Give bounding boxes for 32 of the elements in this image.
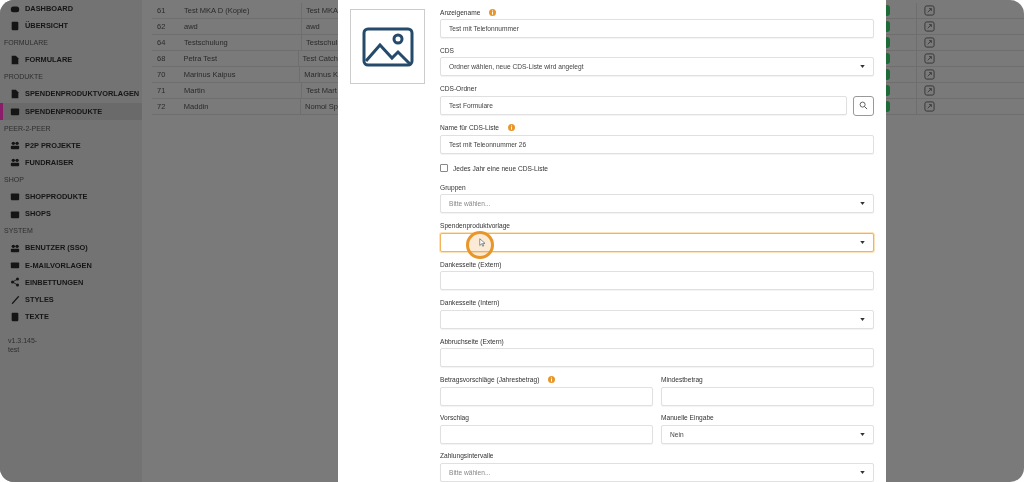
image-icon [361,26,414,67]
edit-icon[interactable] [924,5,935,16]
users-icon [10,157,20,168]
edit-icon[interactable] [924,85,935,96]
user-plus-icon [10,140,20,151]
edit-icon[interactable] [924,69,935,80]
text-field[interactable] [440,424,653,444]
text-field[interactable] [661,386,874,406]
caret-icon [860,317,865,321]
caret-icon [860,65,865,69]
click-highlight [466,230,494,259]
cursor-icon [479,237,485,247]
image-frame[interactable] [350,9,425,84]
share-icon [10,277,20,288]
caret-icon [860,470,865,474]
caret-icon [860,240,865,244]
edit-icon[interactable] [924,53,935,64]
edit-icon[interactable] [924,101,935,112]
caret-icon [860,432,865,436]
search-button[interactable] [853,95,874,116]
text-field[interactable] [440,271,874,291]
text-field[interactable] [440,348,874,368]
edit-icon[interactable] [924,37,935,48]
checkbox[interactable] [440,164,448,173]
search-icon [859,101,868,111]
users-icon [10,242,20,253]
select-field[interactable] [440,309,874,329]
select-field[interactable] [440,232,874,252]
edit-icon[interactable] [924,21,935,32]
text-field[interactable] [440,386,653,406]
brush-icon [10,294,20,305]
caret-icon [860,202,865,206]
